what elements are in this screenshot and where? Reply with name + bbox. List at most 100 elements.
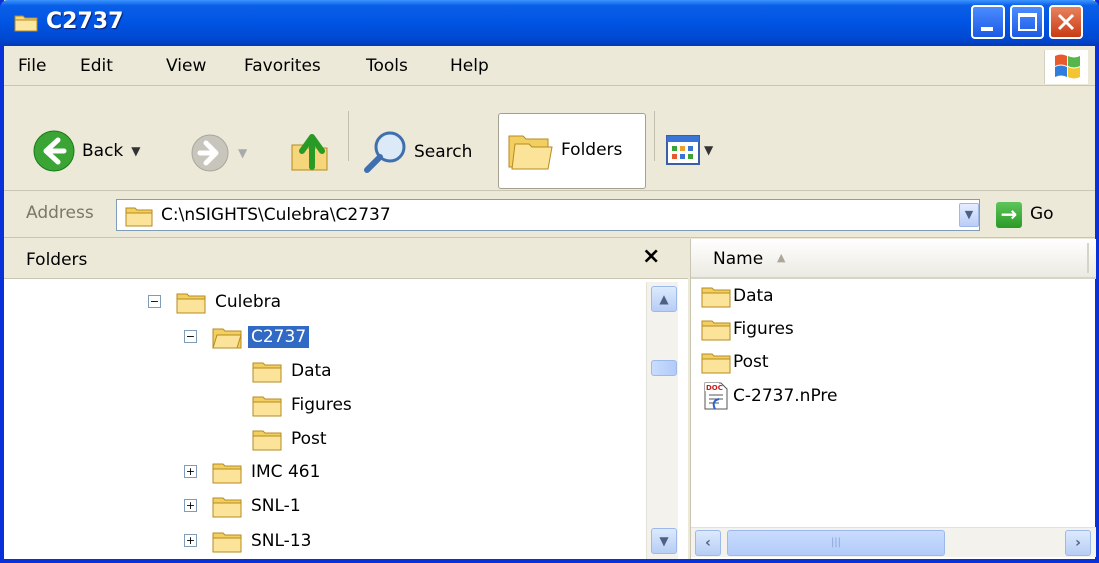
tree-item-label: Data [291,361,332,381]
menu-favorites[interactable]: Favorites [244,56,321,76]
folder-icon [14,15,38,32]
expand-icon[interactable]: + [184,534,197,547]
scrollbar-thumb[interactable]: ||| [727,530,945,556]
address-label: Address [26,203,94,223]
folder-icon [212,497,242,518]
list-item-label: Figures [733,319,794,339]
folder-icon [212,532,242,553]
up-folder-button[interactable] [290,131,334,175]
list-item[interactable]: DOC C-2737.nPre [701,381,837,411]
collapse-icon[interactable]: − [148,295,161,308]
folders-pane: Folders × − Culebra − C2737 Data Figures… [4,239,688,559]
tree-item-c2737[interactable]: − C2737 [184,322,310,352]
menu-help[interactable]: Help [450,56,489,76]
search-label: Search [414,142,473,162]
list-item[interactable]: Post [701,347,769,377]
toolbar-separator [654,111,655,161]
tree-item-snl-1[interactable]: + SNL-1 [184,491,304,521]
chevron-down-icon[interactable]: ▼ [238,146,247,160]
folder-icon [125,207,153,227]
folder-icon [212,463,242,484]
chevron-right-icon: › [1075,535,1081,551]
expand-icon[interactable]: + [184,499,197,512]
chevron-down-icon[interactable]: ▼ [704,143,713,157]
tree-item-label: Culebra [215,292,282,312]
chevron-up-icon: ▲ [659,292,669,306]
folder-icon [252,362,282,383]
folder-icon [252,430,282,451]
tree-item-post[interactable]: Post [252,424,330,454]
scroll-up-button[interactable]: ▲ [651,286,677,312]
close-icon[interactable]: × [642,244,660,269]
go-arrow-icon[interactable]: → [996,202,1022,228]
address-input[interactable]: C:\nSIGHTS\Culebra\C2737 ▼ [116,199,980,231]
address-path: C:\nSIGHTS\Culebra\C2737 [161,205,391,225]
close-icon [1057,13,1075,31]
minimize-icon [981,27,993,31]
list-item-label: C-2737.nPre [733,386,838,406]
folder-icon [701,320,731,341]
scroll-down-button[interactable]: ▼ [651,528,677,554]
scroll-right-button[interactable]: › [1065,530,1091,556]
column-name-label: Name [713,249,764,269]
tree-item-imc-461[interactable]: + IMC 461 [184,457,323,487]
tree-item-figures[interactable]: Figures [252,390,355,420]
list-item-label: Post [733,352,769,372]
explorer-window: C2737 File Edit View Favorites Tools Hel… [0,0,1099,563]
folders-pane-title: Folders [26,250,88,270]
title-bar[interactable]: C2737 [0,0,1099,46]
toolbar: Back ▼ ▼ Search Folders ▼ [4,87,1095,191]
menu-file[interactable]: File [18,56,46,76]
search-button[interactable]: Search [362,129,472,175]
tree-item-label: IMC 461 [251,462,321,482]
tree-item-label: SNL-1 [251,496,301,516]
folder-icon [701,353,731,374]
windows-flag-icon [1055,54,1080,79]
collapse-icon[interactable]: − [184,330,197,343]
close-button[interactable] [1049,5,1083,39]
list-item-label: Data [733,286,774,306]
tree-item-label: SNL-13 [251,531,312,551]
address-dropdown-button[interactable]: ▼ [959,203,979,227]
document-icon: DOC [704,382,728,410]
menu-edit[interactable]: Edit [80,56,113,76]
back-button[interactable]: Back ▼ [32,129,141,173]
chevron-down-icon[interactable]: ▼ [131,144,140,158]
grip-icon: ||| [830,537,842,548]
tree-item-snl-13[interactable]: + SNL-13 [184,526,314,556]
minimize-button[interactable] [971,5,1005,39]
search-icon [364,131,406,173]
scroll-left-button[interactable]: ‹ [695,530,721,556]
forward-arrow-icon [191,134,229,172]
chevron-down-icon: ▼ [659,534,669,548]
scrollbar-thumb[interactable] [651,360,677,376]
list-item[interactable]: Data [701,281,774,311]
tree-item-data[interactable]: Data [252,356,335,386]
toolbar-separator [348,111,349,161]
chevron-down-icon: ▼ [964,208,974,221]
menu-tools[interactable]: Tools [366,56,408,76]
column-divider[interactable] [1087,243,1089,273]
contents-horizontal-scrollbar[interactable]: ‹ ||| › [691,527,1096,557]
window-title: C2737 [46,9,124,34]
back-label: Back [82,141,124,161]
windows-logo [1044,50,1088,84]
chevron-left-icon: ‹ [705,535,711,551]
go-button[interactable]: Go [1030,204,1054,224]
views-button[interactable]: ▼ [666,135,713,165]
menu-view[interactable]: View [166,56,206,76]
folders-button[interactable]: Folders [498,113,646,189]
folders-icon [508,135,553,170]
svg-text:DOC: DOC [706,384,723,392]
folders-pane-header: Folders × [4,239,688,279]
forward-button[interactable]: ▼ [190,133,247,173]
maximize-icon [1018,13,1037,31]
open-folder-icon [212,328,242,349]
column-header-name[interactable]: Name ▲ [691,239,1096,279]
list-item[interactable]: Figures [701,314,794,344]
sort-ascending-icon: ▲ [777,251,786,264]
maximize-button[interactable] [1010,5,1044,39]
expand-icon[interactable]: + [184,465,197,478]
folders-vertical-scrollbar[interactable]: ▲ ▼ [646,282,678,559]
tree-item-culebra[interactable]: − Culebra [148,287,284,317]
